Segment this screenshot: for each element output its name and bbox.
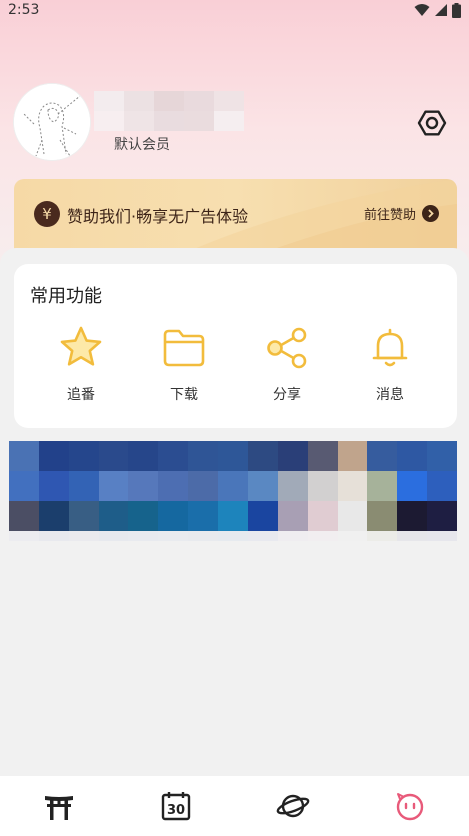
chevron-right-icon (422, 205, 439, 222)
member-level-label: 默认会员 (114, 137, 170, 153)
status-time: 2:53 (8, 2, 40, 18)
func-download[interactable]: 下载 (144, 324, 224, 408)
settings-hexagon-icon (417, 110, 447, 136)
status-icons (414, 2, 461, 18)
nav-discover[interactable] (263, 776, 323, 836)
share-icon (263, 324, 311, 372)
status-bar: 2:53 (0, 0, 469, 20)
username-pixelated (94, 91, 244, 131)
bottom-navigation: 30 (0, 776, 469, 836)
calendar-30-icon: 30 (161, 792, 191, 821)
avatar[interactable] (14, 84, 90, 160)
bell-icon (366, 324, 414, 372)
torii-gate-icon (44, 796, 73, 820)
yen-icon: ¥ (34, 201, 60, 227)
signal-icon (435, 4, 447, 16)
profile-section: 默认会员 (14, 84, 454, 164)
sponsor-link[interactable]: 前往赞助 (364, 204, 439, 223)
func-label: 下载 (170, 387, 198, 403)
folder-icon (160, 324, 208, 372)
func-label: 追番 (67, 387, 95, 403)
nav-mine[interactable] (380, 776, 440, 836)
common-functions-card: 常用功能 追番 下载 分享 消息 (14, 264, 457, 428)
common-functions-title: 常用功能 (30, 286, 102, 307)
battery-icon (452, 2, 461, 18)
promo-banner-image[interactable] (9, 441, 457, 541)
func-messages[interactable]: 消息 (350, 324, 430, 408)
sponsor-banner[interactable]: ¥ 赞助我们·畅享无广告体验 前往赞助 (14, 179, 457, 249)
func-label: 消息 (376, 387, 404, 403)
star-icon (57, 324, 105, 372)
wifi-icon (414, 4, 430, 16)
func-share[interactable]: 分享 (247, 324, 327, 408)
settings-button[interactable] (415, 106, 449, 140)
face-icon (397, 793, 424, 821)
svg-text:30: 30 (167, 803, 185, 818)
sponsor-link-label: 前往赞助 (363, 208, 416, 223)
planet-icon (276, 794, 310, 818)
func-follow-anime[interactable]: 追番 (41, 324, 121, 408)
avatar-sketch-image (14, 84, 90, 160)
nav-home[interactable] (29, 776, 89, 836)
nav-schedule[interactable]: 30 (146, 776, 206, 836)
func-label: 分享 (273, 387, 301, 403)
sponsor-text: 赞助我们·畅享无广告体验 (67, 207, 249, 226)
